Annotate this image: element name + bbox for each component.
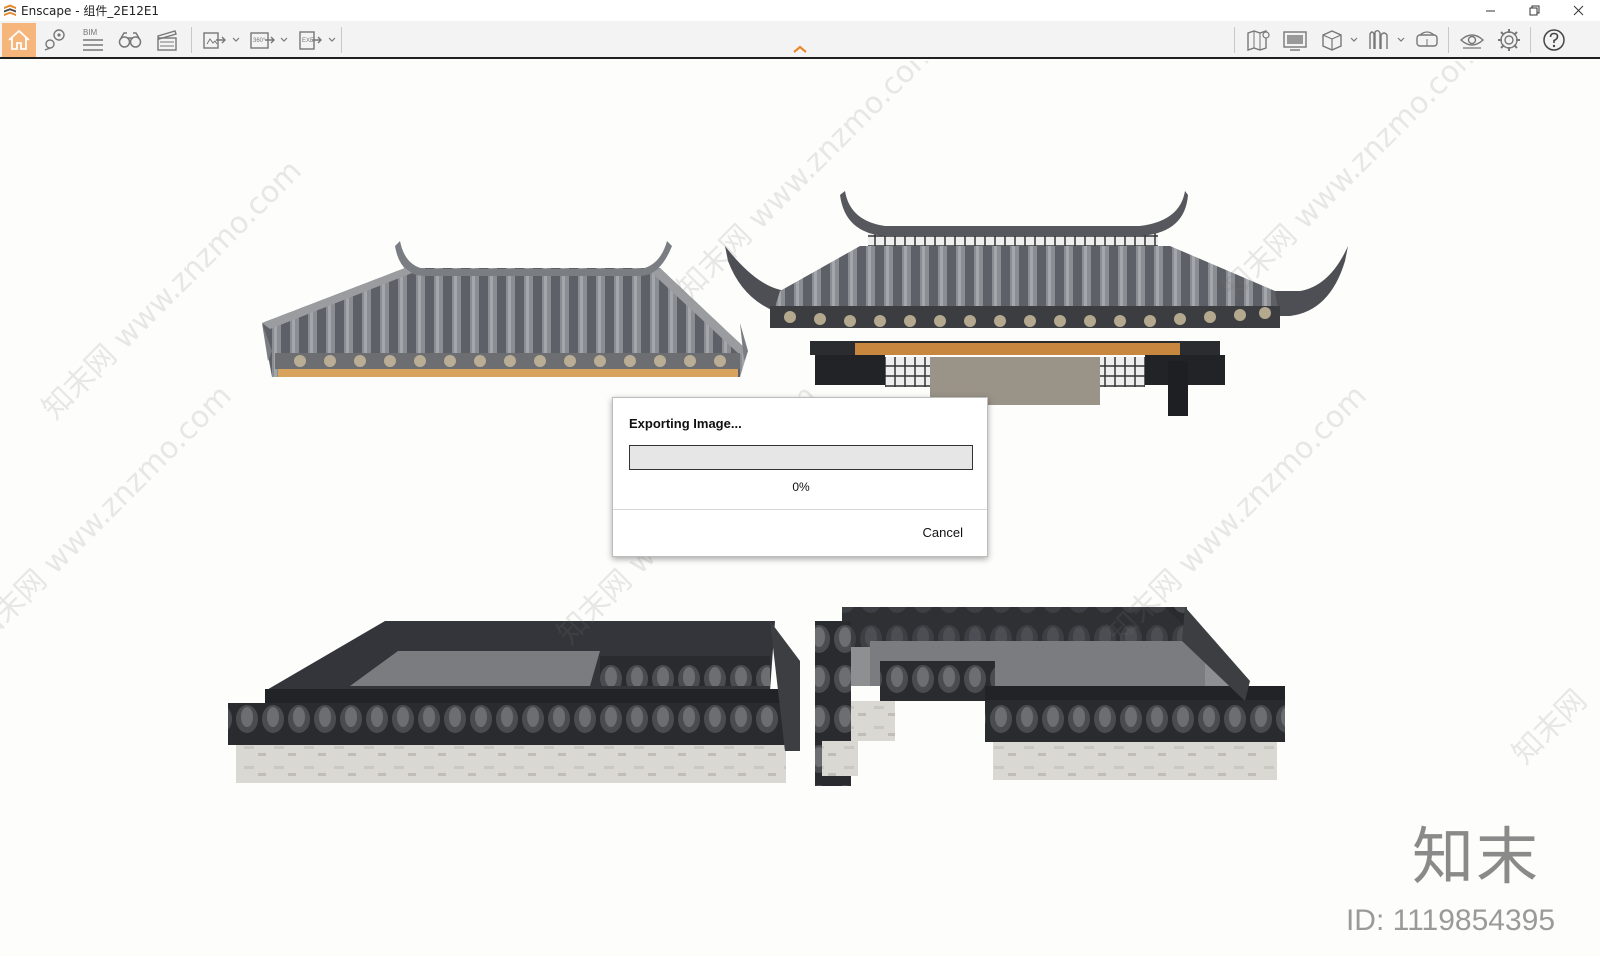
- cube-icon: [1322, 30, 1342, 51]
- hip-roof-model: [262, 241, 748, 377]
- video-editor-icon: [157, 30, 177, 51]
- restore-icon: [1529, 5, 1539, 16]
- window-controls: [1468, 0, 1600, 21]
- svg-text:EXE: EXE: [302, 38, 314, 44]
- home-icon: [8, 29, 30, 50]
- cube-button[interactable]: [1315, 23, 1349, 57]
- bim-button[interactable]: BIM: [75, 23, 109, 57]
- toolbar-separator: [1530, 27, 1531, 53]
- chevron-down-icon[interactable]: [1396, 35, 1406, 45]
- visibility-button[interactable]: [1455, 23, 1489, 57]
- views-icon: [44, 29, 65, 51]
- map-button[interactable]: [1241, 23, 1275, 57]
- bim-icon: BIM: [83, 28, 103, 51]
- settings-button[interactable]: [1492, 23, 1526, 57]
- dialog-title: Exporting Image...: [629, 416, 742, 431]
- enscape-toolbar: BIM 360° EXE: [0, 21, 1600, 59]
- window-title: Enscape - 组件_2E12E1: [21, 4, 160, 18]
- pavilion-model: [725, 191, 1348, 416]
- cancel-button[interactable]: Cancel: [923, 525, 963, 540]
- collapse-toolbar-icon[interactable]: [791, 44, 809, 54]
- chevron-down-icon[interactable]: [327, 35, 337, 45]
- image-id-watermark: ID: 1119854395: [1345, 904, 1555, 937]
- eye-icon: [1459, 34, 1485, 49]
- minimize-button[interactable]: [1468, 0, 1512, 21]
- close-button[interactable]: [1556, 0, 1600, 21]
- video-editor-button[interactable]: [150, 23, 184, 57]
- close-icon: [1573, 5, 1583, 16]
- toolbar-separator: [1448, 27, 1449, 53]
- enscape-window: Enscape - 组件_2E12E1 BIM 360° EXE 知末网 www…: [0, 0, 1600, 956]
- svg-text:BIM: BIM: [83, 28, 98, 37]
- settings-icon: [1498, 29, 1520, 51]
- progress-percent: 0%: [792, 480, 810, 494]
- asset-library-icon: [1369, 30, 1388, 49]
- chevron-down-icon[interactable]: [279, 35, 289, 45]
- binoculars-button[interactable]: [113, 23, 147, 57]
- export-progress-bar: [629, 445, 973, 470]
- monitor-icon: [1283, 31, 1307, 51]
- dialog-divider: [613, 509, 987, 510]
- courtyard-wall-model-right: [815, 607, 1285, 786]
- toolbar-separator: [341, 27, 342, 53]
- title-bar: Enscape - 组件_2E12E1: [0, 0, 1600, 21]
- export-progress-dialog: Exporting Image... 0% Cancel: [612, 397, 988, 557]
- chevron-down-icon[interactable]: [1349, 35, 1359, 45]
- brand-watermark: 知末: [1411, 820, 1540, 893]
- toolbar-separator: [1234, 27, 1235, 53]
- vr-headset-icon: [1416, 31, 1438, 47]
- minimize-icon: [1485, 10, 1495, 12]
- courtyard-wall-model-left: [228, 621, 800, 783]
- enscape-logo-icon: [4, 4, 16, 16]
- chevron-down-icon[interactable]: [231, 35, 241, 45]
- toolbar-separator: [191, 27, 192, 53]
- exe-export-icon: EXE: [299, 31, 322, 50]
- restore-button[interactable]: [1512, 0, 1556, 21]
- svg-text:360°: 360°: [253, 38, 266, 44]
- binoculars-icon: [118, 32, 142, 48]
- monitor-button[interactable]: [1278, 23, 1312, 57]
- asset-library-button[interactable]: [1362, 23, 1396, 57]
- exe-export-button[interactable]: EXE: [293, 23, 327, 57]
- map-icon: [1247, 30, 1270, 51]
- vr-headset-button[interactable]: [1410, 23, 1444, 57]
- views-button[interactable]: [38, 23, 72, 57]
- home-button[interactable]: [2, 23, 36, 57]
- help-icon: [1543, 29, 1565, 51]
- panorama-export-icon: 360°: [250, 32, 275, 49]
- panorama-export-button[interactable]: 360°: [245, 23, 279, 57]
- screenshot-export-button[interactable]: [197, 23, 231, 57]
- help-button[interactable]: [1537, 23, 1571, 57]
- screenshot-export-icon: [203, 32, 226, 49]
